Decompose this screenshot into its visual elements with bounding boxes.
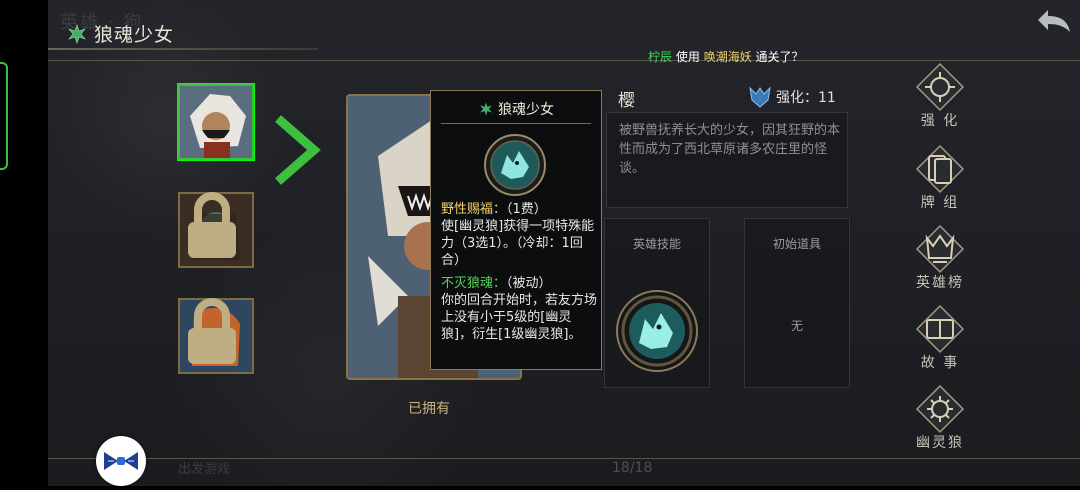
menu-ghost-wolf-label: 幽灵狼 (916, 435, 964, 451)
owned-status-label: 已拥有 (408, 401, 450, 417)
tooltip-title: 狼魂少女 (498, 102, 554, 118)
ability2-type: （被动） (506, 276, 552, 291)
hero-name: 樱 (618, 91, 635, 111)
page-title-wrap: 狼魂少女 (66, 20, 174, 47)
starting-item-panel[interactable]: 初始道具 无 (744, 218, 850, 388)
leaf-emblem-icon (68, 23, 86, 44)
leaf-emblem-icon (480, 102, 492, 116)
menu-deck[interactable]: 牌 组 (910, 144, 970, 212)
wolf-girl-portrait-image (180, 86, 252, 158)
menu-enhance[interactable]: 强 化 (910, 62, 970, 130)
ability1-name: 野性赐福： (441, 202, 507, 217)
starting-item-value: 无 (790, 319, 803, 333)
enhance-level: 强化：11 (748, 86, 836, 108)
howling-wolf-skill-icon[interactable] (615, 289, 699, 373)
menu-deck-label: 牌 组 (920, 195, 960, 211)
ability2-name: 不灭狼魂： (441, 276, 507, 291)
title-underline (48, 48, 318, 50)
enhance-icon (915, 62, 965, 112)
back-arrow-icon[interactable] (1034, 6, 1074, 36)
hero-description-box: 被野兽抚养长大的少女，因其狂野的本性而成为了西北草原诸多农庄里的怪谈。 (606, 112, 848, 208)
page-count: 18/18 (612, 460, 653, 476)
tooltip-body: 野性赐福：（1费） 使[幽灵狼]获得一项特殊能力（3选1）。（冷却：1回合） 不… (441, 201, 597, 343)
menu-story[interactable]: 故 事 (910, 304, 970, 372)
notice-mid: 使用 (675, 50, 700, 64)
deck-icon (915, 144, 965, 194)
notice-player: 柠辰 (648, 50, 673, 64)
hero-ranking-icon (915, 224, 965, 274)
menu-hero-ranking[interactable]: 英雄榜 (910, 224, 970, 292)
portrait-locked-1[interactable] (178, 192, 254, 268)
tooltip-divider (441, 123, 591, 124)
page-title: 狼魂少女 (94, 24, 175, 46)
lock-icon (188, 192, 236, 258)
wolf-ability-icon (484, 134, 546, 196)
starting-item-label: 初始道具 (772, 237, 821, 251)
ability1-cost: （1费） (506, 202, 547, 217)
hero-skill-label: 英雄技能 (632, 237, 681, 251)
lock-icon (188, 298, 236, 364)
menu-story-label: 故 事 (920, 355, 960, 371)
left-edge-tab[interactable] (0, 62, 8, 170)
ability-tooltip: 狼魂少女 野性赐福：（1费） 使[幽灵狼]获得一项特殊能力（3选1）。（冷却：1… (430, 90, 602, 370)
enhance-label: 强化：11 (776, 90, 836, 106)
notice-hero: 唤潮海妖 (703, 50, 752, 64)
ability1-text: 使[幽灵狼]获得一项特殊能力（3选1）。（冷却：1回合） (441, 219, 595, 268)
tooltip-title-row: 狼魂少女 (431, 99, 601, 119)
portrait-wolf-girl[interactable] (178, 84, 321, 185)
floating-overlay-button[interactable] (96, 436, 146, 486)
ghost-wolf-icon (915, 384, 965, 434)
menu-ghost-wolf[interactable]: 幽灵狼 (910, 384, 970, 452)
hero-skill-panel[interactable]: 英雄技能 (604, 218, 710, 388)
portrait-locked-2[interactable] (178, 298, 254, 374)
broadcast-notice: 柠辰 使用 唤潮海妖 通关了？ (648, 48, 804, 65)
notice-suffix: 通关了？ (755, 50, 804, 64)
story-icon (915, 304, 965, 354)
selected-arrow-icon (275, 115, 321, 185)
bowtie-icon (98, 438, 144, 484)
header-bar: 英雄 · 狗 狼魂少女 (48, 0, 1080, 52)
menu-hero-ranking-label: 英雄榜 (916, 275, 964, 291)
hero-detail-screen: 英雄 · 狗 狼魂少女 柠辰 使用 唤潮海妖 通关了？ 已拥有 狼魂少女 野性赐… (48, 0, 1080, 486)
hero-description: 被野兽抚养长大的少女，因其狂野的本性而成为了西北草原诸多农庄里的怪谈。 (619, 123, 841, 176)
top-divider (48, 60, 1080, 61)
ability2-text: 你的回合开始时，若友方场上没有小于5级的[幽灵狼]，衍生[1级幽灵狼]。 (441, 293, 598, 342)
menu-enhance-label: 强 化 (920, 113, 960, 129)
footer-ghost-text: 出发游戏 (178, 462, 231, 477)
wolf-crest-icon (749, 86, 771, 108)
